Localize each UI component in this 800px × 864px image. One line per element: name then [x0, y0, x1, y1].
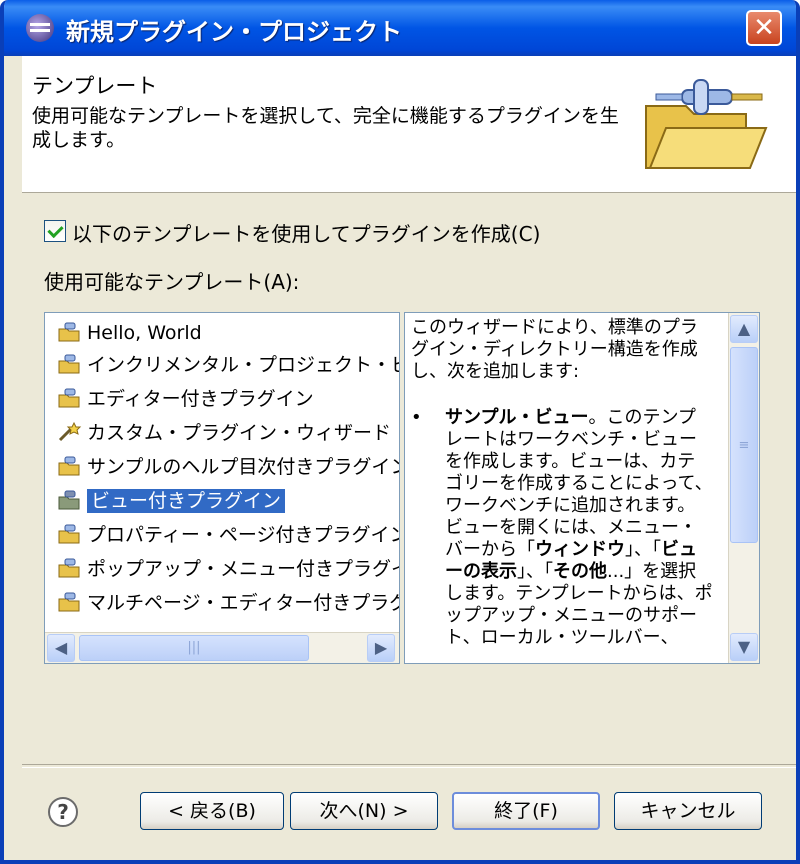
- item-text-1: 。このテンプレートはワークベンチ・ビューを作成します。ビューは、カテゴリーを作成…: [445, 407, 713, 560]
- template-list[interactable]: Hello, World インクリメンタル・プロジェクト・ビルダー エディター付…: [44, 312, 400, 664]
- list-item-label: エディター付きプラグイン: [87, 388, 314, 410]
- page-title: テンプレート: [32, 74, 158, 98]
- list-item-label: インクリメンタル・プロジェクト・ビルダー: [87, 354, 399, 376]
- bullet: •: [411, 407, 422, 428]
- wizard-header: テンプレート 使用可能なテンプレートを選択して、完全に機能するプラグインを生成し…: [22, 56, 796, 193]
- list-item[interactable]: インクリメンタル・プロジェクト・ビルダー: [57, 349, 399, 381]
- item-text-2: 」、「: [625, 539, 661, 560]
- back-button[interactable]: < 戻る(B): [140, 792, 284, 830]
- bullet-text: サンプル・ビュー。このテンプレートはワークベンチ・ビューを作成します。ビューは、…: [445, 407, 713, 649]
- plugin-icon: [58, 456, 80, 475]
- use-template-checkbox[interactable]: [44, 220, 66, 242]
- page-description: 使用可能なテンプレートを選択して、完全に機能するプラグインを生成します。: [32, 105, 619, 151]
- window-title: 新規プラグイン・プロジェクト: [66, 18, 402, 46]
- plugin-icon: [58, 490, 80, 509]
- horizontal-scrollbar[interactable]: ◀ ||| ▶: [45, 632, 399, 663]
- template-description: このウィザードにより、標準のプラグイン・ディレクトリー構造を作成し、次を追加しま…: [404, 312, 760, 664]
- list-item-label: ポップアップ・メニュー付きプラグイン: [87, 558, 400, 580]
- item-text-3: 」、「: [517, 561, 553, 582]
- next-button[interactable]: 次へ(N) >: [290, 792, 438, 830]
- list-item-selected[interactable]: ビュー付きプラグイン: [57, 485, 286, 517]
- scroll-left-button[interactable]: ◀: [47, 634, 75, 662]
- list-item[interactable]: プロパティー・ページ付きプラグイン: [57, 519, 400, 551]
- wizard-icon: [58, 421, 82, 441]
- plugin-icon: [58, 524, 80, 543]
- plugin-icon: [58, 354, 80, 373]
- list-item-label: ビュー付きプラグイン: [87, 489, 286, 513]
- list-item-label: Hello, World: [87, 322, 202, 344]
- finish-button[interactable]: 終了(F): [452, 792, 600, 830]
- dialog-window: 新規プラグイン・プロジェクト ✕ テンプレート 使用可能なテンプレートを選択して…: [0, 0, 800, 864]
- plugin-icon: [58, 558, 80, 577]
- list-item-label: サンプルのヘルプ目次付きプラグイン: [87, 456, 400, 478]
- plugin-icon: [58, 592, 80, 611]
- list-item[interactable]: サンプルのヘルプ目次付きプラグイン: [57, 451, 400, 483]
- cancel-button[interactable]: キャンセル: [614, 792, 762, 830]
- scroll-right-button[interactable]: ▶: [367, 634, 395, 662]
- close-button[interactable]: ✕: [746, 10, 782, 46]
- item-bold-3: その他: [553, 561, 607, 582]
- list-item-label: カスタム・プラグイン・ウィザード: [87, 422, 392, 444]
- plugin-folder-icon: [645, 79, 768, 169]
- list-item-label: プロパティー・ページ付きプラグイン: [87, 524, 400, 546]
- list-item-label: マルチページ・エディター付きプラグイン: [87, 592, 399, 614]
- scroll-up-button[interactable]: ▲: [730, 315, 758, 343]
- horizontal-scroll-thumb[interactable]: |||: [79, 635, 309, 661]
- vertical-scrollbar[interactable]: ▲ ≡ ▼: [728, 313, 759, 663]
- eclipse-icon: [26, 14, 54, 42]
- title-bar[interactable]: 新規プラグイン・プロジェクト ✕: [4, 0, 796, 56]
- list-item[interactable]: カスタム・プラグイン・ウィザード: [57, 417, 391, 449]
- help-button[interactable]: ?: [48, 797, 78, 827]
- scroll-down-button[interactable]: ▼: [730, 633, 758, 661]
- plugin-icon: [58, 388, 80, 407]
- button-separator: [22, 764, 796, 768]
- list-item[interactable]: マルチページ・エディター付きプラグイン: [57, 587, 399, 619]
- list-item[interactable]: エディター付きプラグイン: [57, 383, 314, 415]
- vertical-scroll-thumb[interactable]: ≡: [730, 347, 758, 543]
- description-intro: このウィザードにより、標準のプラグイン・ディレクトリー構造を作成し、次を追加しま…: [411, 317, 698, 382]
- list-item[interactable]: ポップアップ・メニュー付きプラグイン: [57, 553, 400, 585]
- templates-label: 使用可能なテンプレート(A):: [44, 270, 300, 294]
- plugin-icon: [58, 322, 80, 341]
- use-template-label[interactable]: 以下のテンプレートを使用してプラグインを作成(C): [72, 218, 540, 247]
- list-item[interactable]: Hello, World: [57, 317, 202, 349]
- item-bold-1: ウィンドウ: [535, 539, 625, 560]
- item-title: サンプル・ビュー: [445, 407, 589, 428]
